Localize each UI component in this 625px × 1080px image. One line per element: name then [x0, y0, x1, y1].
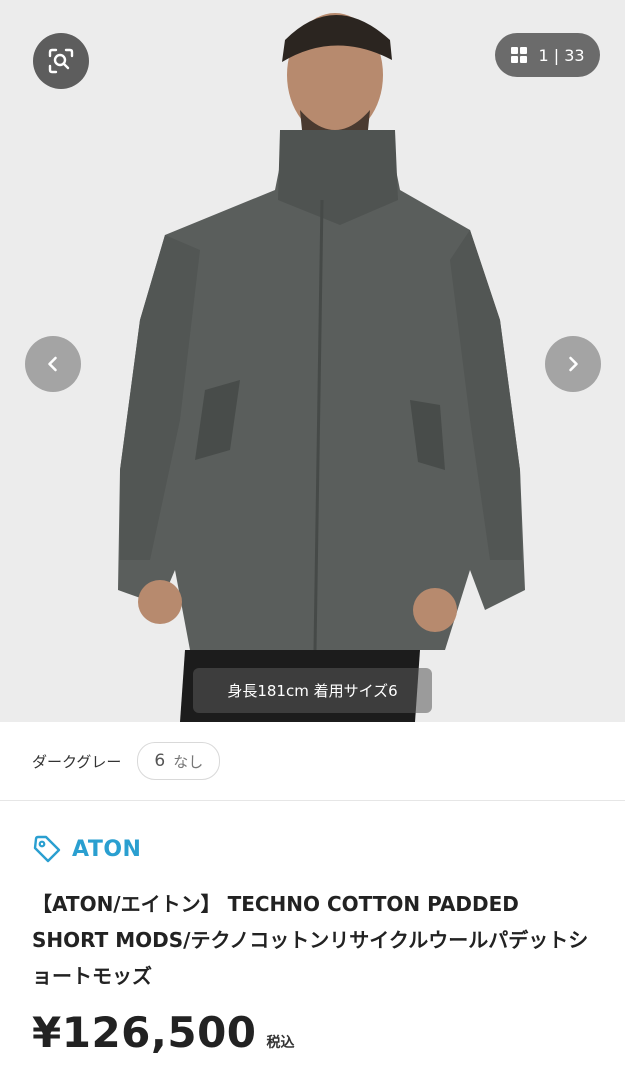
brand-name: ATON	[72, 836, 142, 862]
stock-status: なし	[173, 752, 204, 771]
product-image-gallery[interactable]: 1 | 33 身長181cm 着用サイズ6	[0, 0, 625, 722]
brand-link[interactable]: ATON	[32, 834, 141, 864]
size-value: 6	[154, 751, 166, 771]
previous-image-button[interactable]	[25, 336, 81, 392]
search-lens-icon	[48, 48, 74, 74]
variant-row: ダークグレー 6 なし	[0, 722, 625, 801]
product-title: 【ATON/エイトン】 TECHNO COTTON PADDED SHORT M…	[32, 892, 589, 988]
counter-total: 33	[564, 45, 585, 65]
counter-current: 1	[538, 45, 549, 65]
image-counter-text: 1 | 33	[538, 46, 584, 65]
product-price: ¥126,500	[32, 1008, 257, 1057]
grid-icon	[511, 47, 528, 63]
variant-color-label: ダークグレー	[32, 752, 122, 771]
chevron-left-icon	[48, 356, 57, 372]
product-photo	[0, 0, 625, 722]
visual-search-button[interactable]	[33, 33, 89, 89]
counter-separator: |	[553, 45, 560, 65]
tag-icon	[33, 835, 61, 863]
price-row: ¥126,500 税込	[32, 1008, 295, 1057]
chevron-right-icon	[569, 356, 578, 372]
image-caption: 身長181cm 着用サイズ6	[193, 668, 432, 713]
size-chip[interactable]: 6 なし	[137, 742, 221, 780]
tax-label: 税込	[266, 1035, 295, 1051]
next-image-button[interactable]	[545, 336, 601, 392]
image-counter-button[interactable]: 1 | 33	[495, 33, 600, 77]
